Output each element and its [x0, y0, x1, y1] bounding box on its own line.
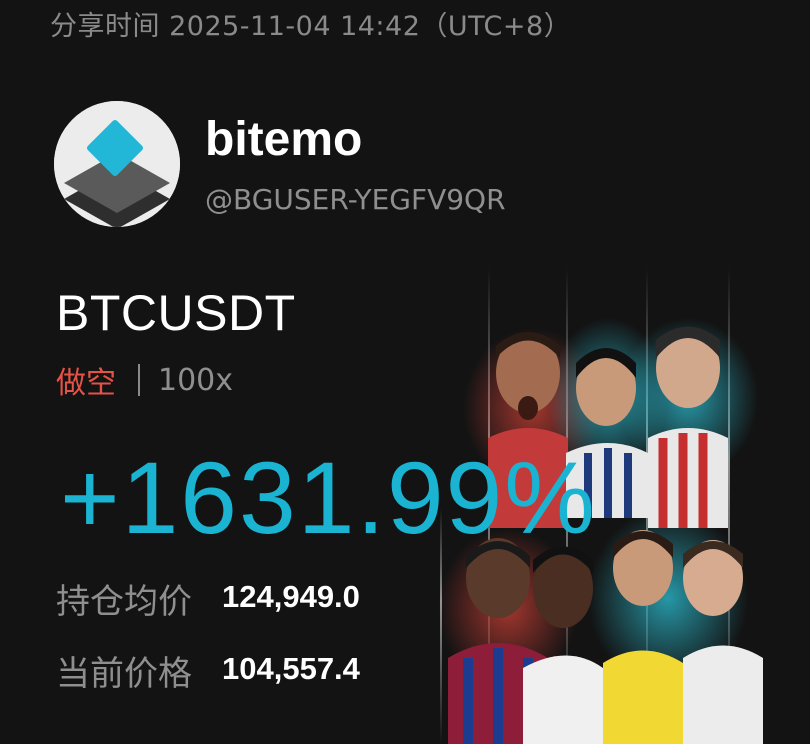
trading-pair: BTCUSDT	[56, 285, 296, 341]
mark-price-label: 当前价格	[56, 654, 192, 694]
avatar	[54, 101, 180, 227]
pnl-percent: +1631.99%	[60, 441, 597, 555]
diamond-logo-icon	[54, 101, 180, 227]
entry-price-label: 持仓均价	[56, 582, 192, 622]
mark-price-value: 104,557.4	[222, 651, 360, 686]
username: bitemo	[205, 113, 363, 166]
user-handle: @BGUSER-YEGFV9QR	[205, 183, 506, 216]
position-meta: 做空 100x	[56, 358, 233, 402]
meta-divider	[138, 364, 140, 396]
position-side: 做空	[56, 366, 116, 401]
leverage: 100x	[158, 362, 234, 398]
share-time: 分享时间 2025-11-04 14:42（UTC+8）	[50, 11, 572, 42]
entry-price-value: 124,949.0	[222, 579, 360, 614]
